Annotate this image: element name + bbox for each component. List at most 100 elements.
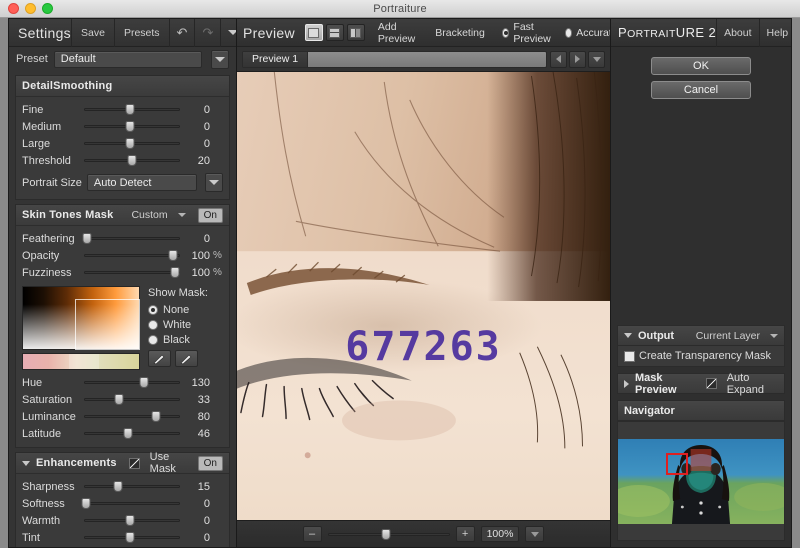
preset-select[interactable]: Default (54, 51, 202, 68)
help-button[interactable]: Help (759, 19, 796, 47)
slider-handle[interactable] (113, 481, 122, 492)
output-target-value[interactable]: Current Layer (696, 330, 760, 342)
slider-track-sharpness[interactable] (84, 481, 180, 493)
chevron-right-icon[interactable] (569, 51, 586, 68)
zoom-in-button[interactable]: + (456, 526, 475, 542)
undo-icon[interactable]: ↶ (169, 19, 195, 47)
radio-icon[interactable] (148, 305, 158, 315)
zoom-slider[interactable] (328, 528, 450, 540)
presets-button[interactable]: Presets (114, 19, 169, 47)
create-transparency-mask-checkbox[interactable] (624, 351, 635, 362)
enhancements-on-toggle[interactable]: On (198, 456, 223, 471)
eyedropper-minus-icon[interactable] (175, 350, 198, 367)
slider-track-latitude[interactable] (84, 428, 180, 440)
slider-handle[interactable] (171, 267, 180, 278)
slider-track-threshold[interactable] (84, 155, 180, 167)
slider-handle[interactable] (126, 515, 135, 526)
preset-dropdown-icon[interactable] (211, 50, 229, 69)
preview-panel: Preview Add Preview Bracketing Fast Prev… (237, 19, 611, 547)
show-mask-option-white[interactable]: White (148, 317, 208, 332)
navigator-viewport-rect[interactable] (666, 453, 688, 475)
about-button[interactable]: About (716, 19, 758, 47)
slider-track-fuzziness[interactable] (84, 267, 180, 279)
auto-expand-checkbox[interactable] (706, 378, 717, 389)
preview-tab-track[interactable]: Preview 1 (242, 51, 547, 68)
skin-tone-selection-rect[interactable] (75, 299, 140, 350)
save-button[interactable]: Save (71, 19, 114, 47)
output-dropdown-icon[interactable] (770, 334, 778, 338)
ok-button[interactable]: OK (651, 57, 751, 75)
slider-track-hue[interactable] (84, 377, 180, 389)
split-vertical-icon[interactable] (347, 24, 365, 41)
add-preview-button[interactable]: Add Preview (371, 21, 422, 45)
fast-preview-radio[interactable] (502, 28, 510, 38)
slider-track-tint[interactable] (84, 532, 180, 544)
radio-icon[interactable] (148, 335, 158, 345)
preview-tab-menu-icon[interactable] (588, 51, 605, 68)
mask-preview-header[interactable]: Mask Preview Auto Expand (617, 373, 785, 394)
settings-menu-icon[interactable] (220, 19, 237, 47)
radio-icon[interactable] (148, 320, 158, 330)
slider-handle[interactable] (169, 250, 178, 261)
output-collapse-icon[interactable] (624, 333, 632, 338)
slider-track-luminance[interactable] (84, 411, 180, 423)
auto-expand-label: Auto Expand (727, 372, 778, 396)
cancel-button[interactable]: Cancel (651, 81, 751, 99)
slider-handle[interactable] (126, 532, 135, 543)
show-mask-option-none[interactable]: None (148, 302, 208, 317)
skin-tone-strip[interactable] (22, 353, 140, 370)
slider-label: Luminance (22, 411, 84, 423)
use-mask-checkbox[interactable] (129, 458, 140, 469)
slider-handle[interactable] (82, 233, 91, 244)
slider-track-softness[interactable] (84, 498, 180, 510)
section-detail-smoothing: DetailSmoothing Fine0Medium0Large0Thresh… (15, 75, 230, 200)
slider-handle[interactable] (139, 377, 148, 388)
slider-track-fine[interactable] (84, 104, 180, 116)
slider-track-large[interactable] (84, 138, 180, 150)
slider-track-saturation[interactable] (84, 394, 180, 406)
slider-value: 130 (180, 377, 210, 389)
skin-on-toggle[interactable]: On (198, 208, 223, 223)
skin-tones-mask-header[interactable]: Skin Tones Mask Custom On (16, 205, 229, 226)
redo-icon[interactable]: ↷ (194, 19, 220, 47)
slider-handle[interactable] (124, 428, 133, 439)
show-mask-option-black[interactable]: Black (148, 332, 208, 347)
bracketing-button[interactable]: Bracketing (428, 27, 492, 39)
mask-preview-expand-icon[interactable] (624, 380, 629, 388)
preview-tab-1[interactable]: Preview 1 (243, 52, 308, 67)
zoom-menu-icon[interactable] (525, 526, 544, 542)
slider-handle[interactable] (126, 104, 135, 115)
slider-handle[interactable] (126, 121, 135, 132)
enhancements-collapse-icon[interactable] (22, 461, 30, 466)
skin-mode-value[interactable]: Custom (131, 209, 167, 221)
split-horizontal-icon[interactable] (326, 24, 344, 41)
navigator-thumbnail[interactable] (618, 439, 784, 524)
preview-header: Preview Add Preview Bracketing Fast Prev… (237, 19, 610, 47)
preview-canvas[interactable]: 677263 poco 摄影专题 http://photo.poco.cn (237, 72, 610, 520)
single-view-icon[interactable] (305, 24, 323, 41)
slider-track-warmth[interactable] (84, 515, 180, 527)
skin-tone-gradient[interactable] (22, 286, 140, 350)
accurate-radio[interactable] (565, 28, 573, 38)
eyedropper-plus-icon[interactable] (148, 350, 171, 367)
portrait-size-dropdown-icon[interactable] (205, 173, 223, 192)
zoom-slider-handle[interactable] (382, 529, 391, 540)
portrait-size-select[interactable]: Auto Detect (87, 174, 197, 191)
enhancements-header[interactable]: Enhancements Use Mask On (16, 453, 229, 474)
slider-handle[interactable] (152, 411, 161, 422)
slider-track-opacity[interactable] (84, 250, 180, 262)
detail-smoothing-header[interactable]: DetailSmoothing (16, 76, 229, 97)
zoom-level-value[interactable]: 100% (481, 526, 520, 542)
slider-handle[interactable] (128, 155, 137, 166)
slider-handle[interactable] (114, 394, 123, 405)
slider-track-medium[interactable] (84, 121, 180, 133)
output-header[interactable]: Output Current Layer (617, 325, 785, 346)
chevron-left-icon[interactable] (550, 51, 567, 68)
slider-track-feathering[interactable] (84, 233, 180, 245)
slider-row-fuzziness: Fuzziness100% (16, 264, 229, 281)
zoom-out-button[interactable]: – (303, 526, 322, 542)
skin-mode-dropdown-icon[interactable] (178, 213, 186, 217)
slider-handle[interactable] (126, 138, 135, 149)
navigator-box[interactable] (617, 421, 785, 541)
slider-handle[interactable] (81, 498, 90, 509)
